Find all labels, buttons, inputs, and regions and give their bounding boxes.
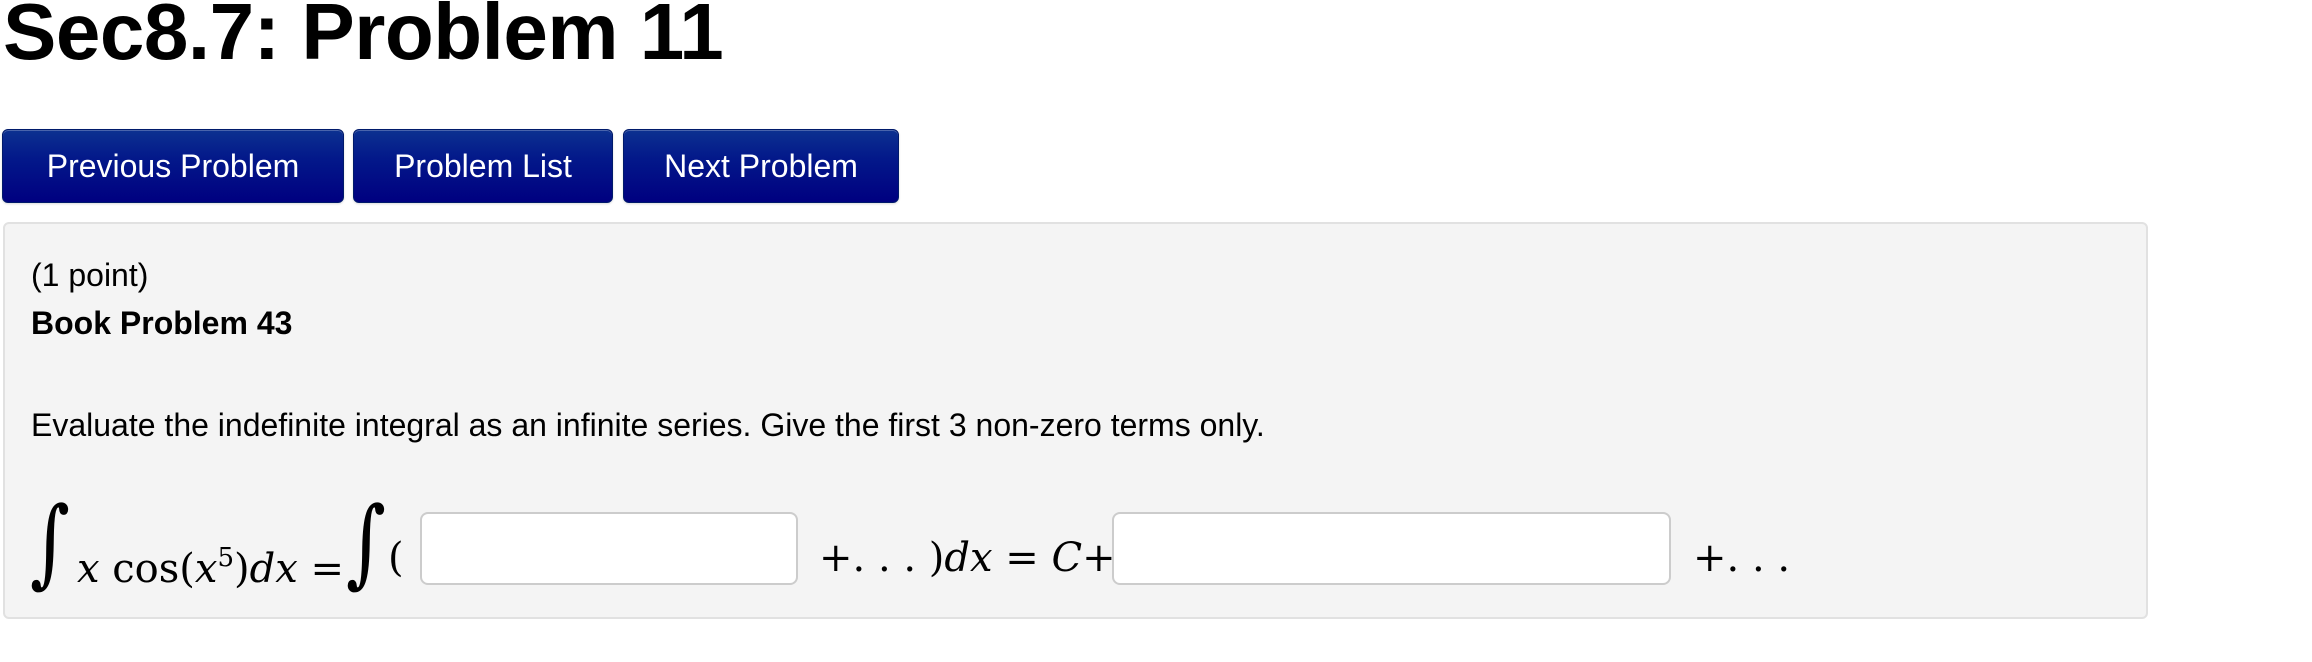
var-x-inner: x: [194, 546, 218, 592]
close-paren: ): [234, 546, 250, 592]
constant-c: C: [1051, 535, 1083, 581]
integrand-expression: x cos(x5)dx =: [77, 534, 344, 593]
integral-sign-icon: ∫: [30, 486, 71, 598]
page-title: Sec8.7: Problem 11: [3, 0, 724, 76]
var-x: x: [77, 546, 100, 592]
problem-panel: (1 point) Book Problem 43 Evaluate the i…: [3, 222, 2148, 619]
series-middle-expression: +. . . )dx = C+: [819, 534, 1116, 582]
problem-list-button[interactable]: Problem List: [353, 129, 613, 203]
equals-sign: =: [297, 546, 345, 592]
exponent: 5: [217, 543, 235, 573]
open-paren: (: [388, 535, 404, 581]
previous-problem-button[interactable]: Previous Problem: [2, 129, 344, 203]
integral-sign-icon: ∫: [346, 486, 387, 598]
problem-points: (1 point): [31, 257, 149, 293]
problem-instructions: Evaluate the indefinite integral as an i…: [31, 407, 1265, 443]
trailing-ellipsis: +. . .: [1693, 535, 1791, 581]
series-result-input[interactable]: [1112, 512, 1671, 585]
plus-ellipsis-paren: +. . . ): [819, 535, 945, 581]
plus-sign: +: [1082, 535, 1116, 581]
cos-function: cos(: [99, 546, 195, 592]
differential-dx: dx: [944, 535, 993, 581]
next-problem-button[interactable]: Next Problem: [623, 129, 899, 203]
series-integrand-input[interactable]: [420, 512, 798, 585]
problem-heading: Book Problem 43: [31, 305, 293, 341]
differential-dx: dx: [249, 546, 298, 592]
equals-sign: =: [992, 535, 1052, 581]
